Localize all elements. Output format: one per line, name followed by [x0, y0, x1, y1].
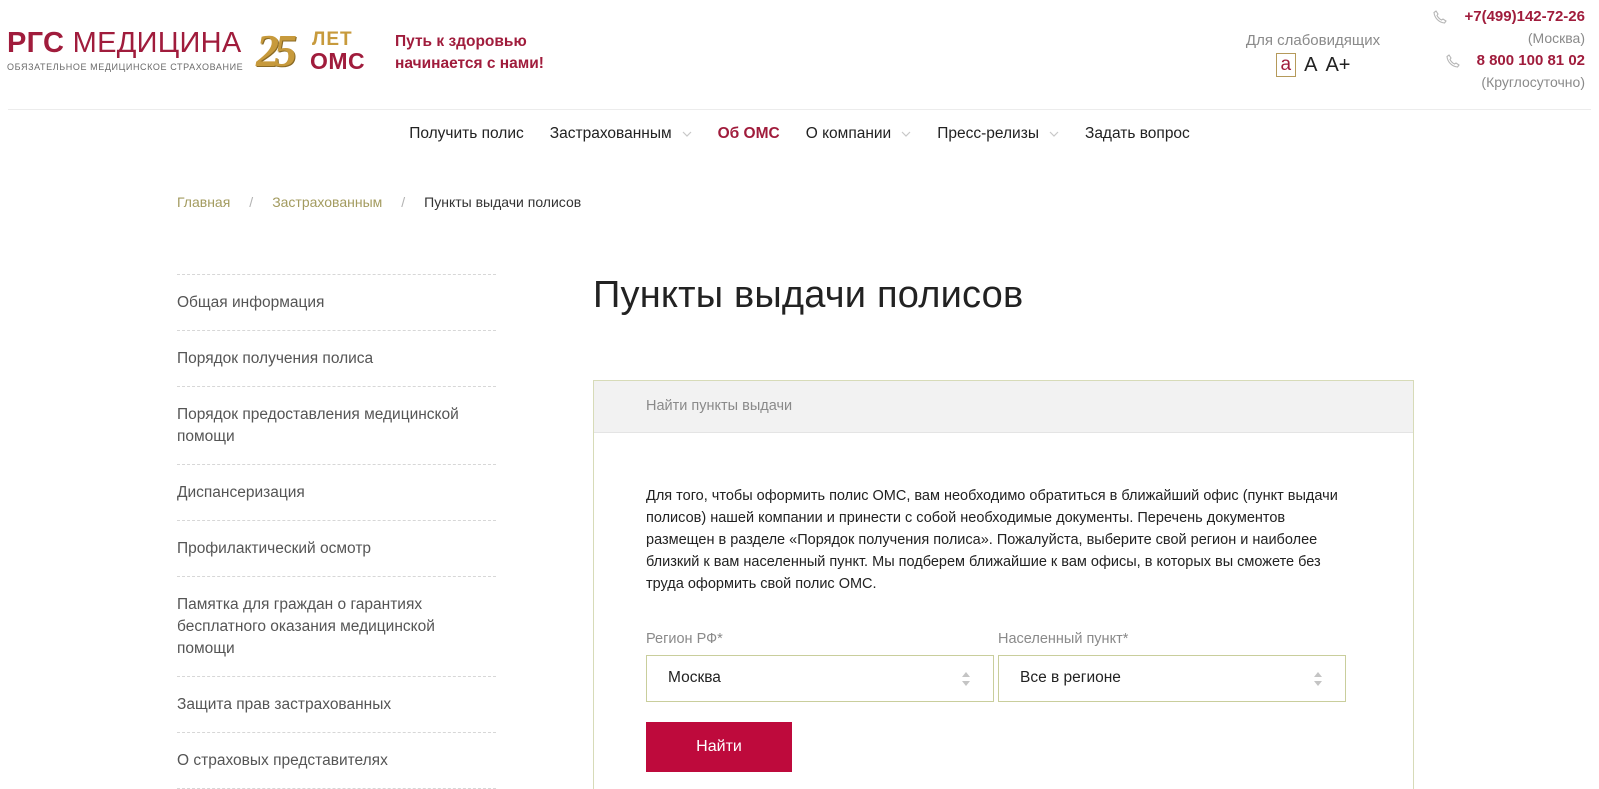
region-select[interactable]: Москва [646, 655, 994, 702]
city-select-value: Все в регионе [1020, 669, 1121, 686]
logo-wordmark: РГС МЕДИЦИНА [7, 28, 243, 58]
sidebar-item-general-info[interactable]: Общая информация [177, 275, 496, 331]
region-label: Регион РФ* [646, 631, 723, 647]
sidebar-item-rights-protection[interactable]: Защита прав застрахованных [177, 677, 496, 733]
accessibility-label: Для слабовидящих [1245, 32, 1381, 49]
font-size-medium-button[interactable]: A [1304, 54, 1317, 76]
tagline: Путь к здоровью начинается с нами! [395, 31, 544, 75]
nav-item-label: О компании [805, 125, 892, 142]
breadcrumb-home-link[interactable]: Главная [177, 194, 230, 210]
region-field: Регион РФ* Москва [646, 631, 994, 702]
city-field: Населенный пункт* Все в регионе [998, 631, 1346, 702]
chevron-down-icon [901, 131, 911, 137]
nav-item-label: Застрахованным [549, 125, 672, 142]
nav-item-insured[interactable]: Застрахованным [537, 122, 705, 146]
nav-item-about-oms[interactable]: Об ОМС [705, 122, 793, 146]
sidebar-item-policy-procedure[interactable]: Порядок получения полиса [177, 331, 496, 387]
breadcrumb-insured-link[interactable]: Застрахованным [272, 194, 382, 210]
search-points-panel: Найти пункты выдачи Для того, чтобы офор… [593, 380, 1414, 789]
region-select-value: Москва [668, 669, 721, 686]
accessibility-controls: Для слабовидящих a A A+ [1238, 32, 1388, 77]
header-divider [8, 109, 1591, 110]
logo-bold-text: РГС [7, 27, 65, 59]
anniversary-number: 25 [256, 25, 297, 76]
sidebar-item-preventive-exam[interactable]: Профилактический осмотр [177, 521, 496, 577]
nav-item-get-policy[interactable]: Получить полис [396, 122, 537, 146]
phone-moscow-note: (Москва) [1527, 30, 1585, 46]
chevron-down-icon [682, 131, 692, 137]
phone-hotline-link[interactable]: 8 800 100 81 02 [1477, 52, 1585, 69]
city-label: Населенный пункт* [998, 631, 1129, 647]
font-size-switcher: a A A+ [1238, 53, 1388, 77]
anniversary-word-years: ЛЕТ [312, 29, 353, 50]
anniversary-badge: 25 ЛЕТ ОМС [256, 25, 366, 76]
phone-moscow-line: +7(499)142-72-26 [1432, 8, 1585, 25]
nav-item-label: Получить полис [409, 125, 524, 142]
breadcrumb-separator: / [401, 194, 406, 210]
nav-item-label: Об ОМС [717, 125, 780, 142]
main-nav: Получить полис Застрахованным Об ОМС О к… [0, 122, 1599, 146]
search-form: Регион РФ* Москва Населенный пункт* Все … [646, 631, 1361, 702]
breadcrumb: Главная / Застрахованным / Пункты выдачи… [177, 194, 581, 210]
sidebar-item-dispensary[interactable]: Диспансеризация [177, 465, 496, 521]
site-header: РГС МЕДИЦИНА ОБЯЗАТЕЛЬНОЕ МЕДИЦИНСКОЕ СТ… [0, 0, 1599, 110]
nav-item-label: Задать вопрос [1084, 125, 1190, 142]
logo-name-text: МЕДИЦИНА [64, 27, 242, 59]
find-button[interactable]: Найти [646, 722, 792, 772]
font-size-small-button[interactable]: a [1275, 53, 1297, 77]
nav-item-ask-question[interactable]: Задать вопрос [1072, 122, 1203, 146]
tagline-line-2: начинается с нами! [395, 55, 544, 72]
logo-subtitle: ОБЯЗАТЕЛЬНОЕ МЕДИЦИНСКОЕ СТРАХОВАНИЕ [7, 62, 244, 72]
phone-hotline-line: 8 800 100 81 02 [1432, 52, 1585, 69]
panel-body: Для того, чтобы оформить полис ОМС, вам … [594, 433, 1413, 772]
phone-icon [1445, 53, 1460, 68]
nav-item-label: Пресс-релизы [937, 125, 1039, 142]
chevron-down-icon [1049, 131, 1059, 137]
select-arrows-icon [962, 672, 970, 686]
panel-heading: Найти пункты выдачи [594, 381, 1413, 433]
font-size-large-button[interactable]: A+ [1325, 54, 1350, 76]
sidebar-item-guarantees-memo[interactable]: Памятка для граждан о гарантиях бесплатн… [177, 577, 496, 677]
city-select[interactable]: Все в регионе [998, 655, 1346, 702]
sidebar-item-medical-care-procedure[interactable]: Порядок предоставления медицинской помощ… [177, 387, 496, 465]
contacts-block: +7(499)142-72-26 (Москва) 8 800 100 81 0… [1432, 8, 1585, 96]
sidebar-menu: Общая информация Порядок получения полис… [177, 274, 496, 789]
breadcrumb-current: Пункты выдачи полисов [424, 194, 582, 210]
rgs-logo[interactable]: РГС МЕДИЦИНА ОБЯЗАТЕЛЬНОЕ МЕДИЦИНСКОЕ СТ… [7, 28, 243, 72]
nav-item-about-company[interactable]: О компании [793, 122, 925, 146]
nav-item-press-releases[interactable]: Пресс-релизы [924, 122, 1072, 146]
breadcrumb-separator: / [249, 194, 254, 210]
phone-hotline-note: (Круглосуточно) [1481, 74, 1585, 90]
select-arrows-icon [1314, 672, 1322, 686]
phone-icon [1433, 9, 1448, 24]
phone-moscow-link[interactable]: +7(499)142-72-26 [1464, 8, 1585, 25]
anniversary-word-oms: ОМС [310, 48, 366, 74]
tagline-line-1: Путь к здоровью [395, 33, 527, 50]
panel-description: Для того, чтобы оформить полис ОМС, вам … [646, 488, 1338, 592]
sidebar-item-insurance-representatives[interactable]: О страховых представителях [177, 733, 496, 789]
page-title: Пункты выдачи полисов [593, 274, 1024, 316]
